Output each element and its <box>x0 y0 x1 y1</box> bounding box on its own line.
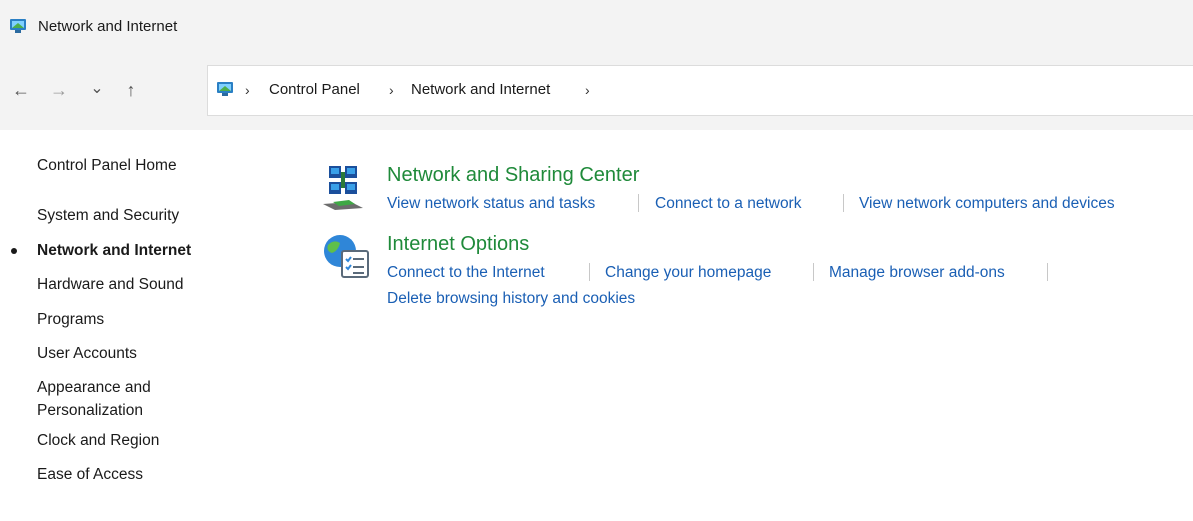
main-content <box>0 130 1193 521</box>
task-link-connect-to-network[interactable]: Connect to a network <box>655 195 801 213</box>
back-arrow-icon[interactable]: ← <box>10 80 32 100</box>
window-title: Network and Internet <box>38 18 178 35</box>
sidebar-item-clock-and-region[interactable]: Clock and Region <box>37 431 159 450</box>
sidebar-item-control-panel-home[interactable]: Control Panel Home <box>37 156 177 175</box>
breadcrumb-separator-icon[interactable]: › <box>389 82 394 98</box>
sidebar-item-appearance-and-personalization[interactable]: Appearance and <box>37 378 151 397</box>
forward-arrow-icon[interactable]: → <box>48 80 70 100</box>
current-item-bullet-icon <box>11 248 17 254</box>
task-link-change-homepage[interactable]: Change your homepage <box>605 264 771 282</box>
task-separator <box>813 263 814 281</box>
category-title-network-and-sharing-center[interactable]: Network and Sharing Center <box>387 164 639 187</box>
network-sharing-center-icon[interactable] <box>321 164 365 212</box>
task-link-view-network-computers[interactable]: View network computers and devices <box>859 195 1115 213</box>
address-bar[interactable]: › Control Panel › Network and Internet › <box>207 65 1193 116</box>
task-separator <box>589 263 590 281</box>
category-title-internet-options[interactable]: Internet Options <box>387 233 529 256</box>
chevron-down-icon[interactable]: ⌄ <box>86 78 108 98</box>
breadcrumb-separator-icon[interactable]: › <box>585 82 590 98</box>
sidebar-item-programs[interactable]: Programs <box>37 310 104 329</box>
title-bar: Network and Internet <box>0 0 1193 50</box>
task-link-delete-browsing-history[interactable]: Delete browsing history and cookies <box>387 290 635 308</box>
breadcrumb-separator-icon[interactable]: › <box>245 82 250 98</box>
task-separator <box>1047 263 1048 281</box>
task-link-manage-browser-add-ons[interactable]: Manage browser add-ons <box>829 264 1005 282</box>
task-separator <box>843 194 844 212</box>
task-link-view-network-status[interactable]: View network status and tasks <box>387 195 595 213</box>
sidebar-item-user-accounts[interactable]: User Accounts <box>37 344 137 363</box>
sidebar-item-network-and-internet: Network and Internet <box>37 242 192 259</box>
sidebar-item-hardware-and-sound[interactable]: Hardware and Sound <box>37 275 184 294</box>
breadcrumb-control-panel[interactable]: Control Panel <box>269 81 360 98</box>
breadcrumb-network-and-internet[interactable]: Network and Internet <box>411 81 550 98</box>
up-arrow-icon[interactable]: ↑ <box>120 80 142 100</box>
sidebar-item-ease-of-access[interactable]: Ease of Access <box>37 465 143 484</box>
internet-options-icon[interactable] <box>320 233 372 281</box>
network-and-internet-icon <box>10 19 26 33</box>
sidebar-item-system-and-security[interactable]: System and Security <box>37 206 179 225</box>
task-link-connect-to-internet[interactable]: Connect to the Internet <box>387 264 545 282</box>
network-and-internet-icon <box>217 82 233 96</box>
sidebar-item-appearance-and-personalization[interactable]: Personalization <box>37 401 143 420</box>
task-separator <box>638 194 639 212</box>
